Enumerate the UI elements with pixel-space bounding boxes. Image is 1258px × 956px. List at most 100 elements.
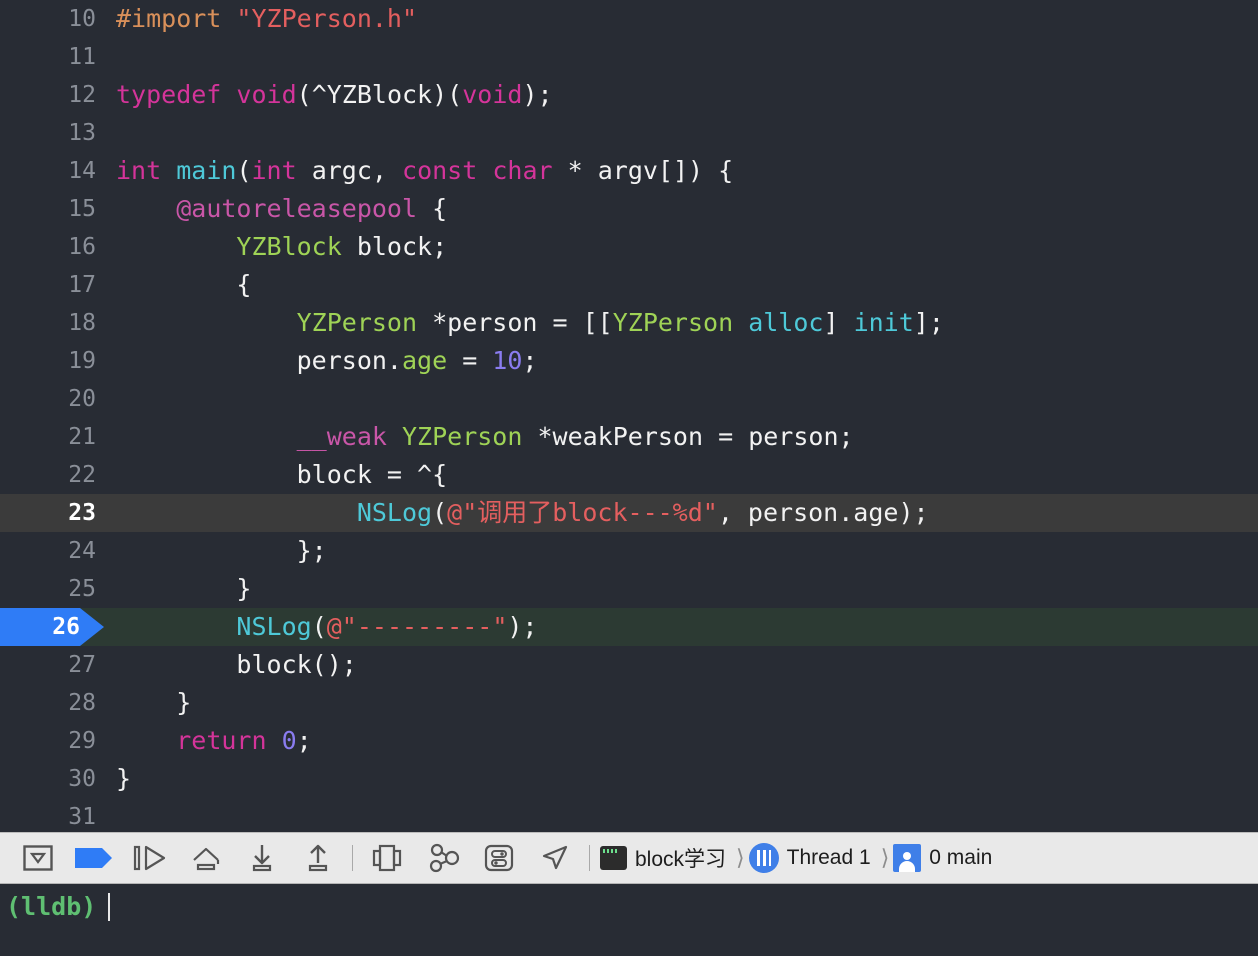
code-text-14: int main(int argc, const char * argv[]) … [116,152,733,190]
debug-memory-graph-button[interactable] [415,837,471,879]
code-line-15[interactable]: 15 @autoreleasepool { [0,190,1258,228]
line-number-17[interactable]: 17 [0,266,96,304]
line-number-29[interactable]: 29 [0,722,96,760]
code-line-29[interactable]: 29 return 0; [0,722,1258,760]
code-token: YZPerson [402,422,523,451]
line-number-23[interactable]: 23 [0,494,96,532]
code-line-31[interactable]: 31 [0,798,1258,832]
code-text-18: YZPerson *person = [[YZPerson alloc] ini… [116,304,944,342]
code-token: @"---------" [326,612,508,641]
code-token: ( [311,612,327,641]
line-number-26[interactable]: 26 [0,608,104,646]
code-line-13[interactable]: 13 [0,114,1258,152]
code-line-18[interactable]: 18 YZPerson *person = [[YZPerson alloc] … [0,304,1258,342]
code-token: (^ [296,80,327,109]
line-number-19[interactable]: 19 [0,342,96,380]
code-text-29: return 0; [116,722,312,760]
code-token: block = ^{ [116,460,448,489]
code-line-22[interactable]: 22 block = ^{ [0,456,1258,494]
code-token: block(); [116,650,357,679]
step-out-button[interactable] [290,837,346,879]
code-line-14[interactable]: 14 int main(int argc, const char * argv[]… [0,152,1258,190]
code-line-21[interactable]: 21 __weak YZPerson *weakPerson = person; [0,418,1258,456]
code-token: #import [116,4,237,33]
line-number-12[interactable]: 12 [0,76,96,114]
code-token: @"调用了block---%d" [447,498,718,527]
chevron-right-icon: ⟩ [736,845,745,870]
code-line-20[interactable]: 20 [0,380,1258,418]
environment-overrides-button[interactable] [471,837,527,879]
code-text-12: typedef void(^YZBlock)(void); [116,76,553,114]
hide-debug-area-button[interactable] [10,837,66,879]
debug-breadcrumb: block学习 ⟩ Thread 1 ⟩ 0 main [600,843,998,873]
code-token: NSLog [356,498,433,527]
code-line-25[interactable]: 25 } [0,570,1258,608]
breadcrumb-frame[interactable]: 0 main [929,846,992,870]
line-number-24[interactable]: 24 [0,532,96,570]
code-line-28[interactable]: 28 } [0,684,1258,722]
code-text-24: }; [116,532,327,570]
code-token: person. [116,346,402,375]
debug-view-hierarchy-button[interactable] [359,837,415,879]
line-number-16[interactable]: 16 [0,228,96,266]
step-over-button[interactable] [178,837,234,879]
code-line-16[interactable]: 16 YZBlock block; [0,228,1258,266]
code-line-26[interactable]: 26 NSLog(@"---------"); [0,608,1258,646]
line-number-15[interactable]: 15 [0,190,96,228]
code-token: )( [432,80,463,109]
code-line-12[interactable]: 12 typedef void(^YZBlock)(void); [0,76,1258,114]
code-text-16: YZBlock block; [116,228,447,266]
code-text-26: NSLog(@"---------"); [116,608,537,646]
code-line-27[interactable]: 27 block(); [0,646,1258,684]
simulate-location-button[interactable] [527,837,583,879]
code-token: int [251,156,297,185]
panel-toggle-icon [23,845,53,871]
breadcrumb-thread[interactable]: Thread 1 [787,846,871,870]
code-line-19[interactable]: 19 person.age = 10; [0,342,1258,380]
code-line-17[interactable]: 17 { [0,266,1258,304]
line-number-20[interactable]: 20 [0,380,96,418]
line-number-14[interactable]: 14 [0,152,96,190]
code-text-28: } [116,684,191,722]
code-line-30[interactable]: 30} [0,760,1258,798]
step-into-button[interactable] [234,837,290,879]
code-token: YZPerson [612,308,734,337]
line-number-18[interactable]: 18 [0,304,96,342]
code-line-11[interactable]: 11 [0,38,1258,76]
line-number-25[interactable]: 25 [0,570,96,608]
line-number-22[interactable]: 22 [0,456,96,494]
source-code-editor[interactable]: 10 #import "YZPerson.h" 11 12 typedef void(^… [0,0,1258,832]
code-line-24[interactable]: 24 }; [0,532,1258,570]
breadcrumb-divider [589,845,590,871]
code-token: YZPerson [296,308,418,337]
code-token: 0 [281,726,297,755]
code-token: alloc [748,308,824,337]
code-token: ( [236,156,252,185]
environment-overrides-icon [484,844,514,872]
line-number-10[interactable]: 10 [0,0,96,38]
line-number-27[interactable]: 27 [0,646,96,684]
line-number-30[interactable]: 30 [0,760,96,798]
code-token: argc, [296,156,403,185]
code-line-23[interactable]: 23 NSLog(@"调用了block---%d", person.age); [0,494,1258,532]
breadcrumb-process[interactable]: block学习 [635,843,726,873]
step-out-icon [308,844,328,872]
line-number-31[interactable]: 31 [0,798,96,832]
code-token: YZBlock [326,80,433,109]
line-number-11[interactable]: 11 [0,38,96,76]
line-number-13[interactable]: 13 [0,114,96,152]
lldb-console[interactable]: (lldb) [0,884,1258,956]
line-number-28[interactable]: 28 [0,684,96,722]
breakpoints-toggle-button[interactable] [66,837,122,879]
continue-button[interactable] [122,837,178,879]
code-token: ; [522,346,538,375]
code-line-10[interactable]: 10 #import "YZPerson.h" [0,0,1258,38]
line-number-21[interactable]: 21 [0,418,96,456]
